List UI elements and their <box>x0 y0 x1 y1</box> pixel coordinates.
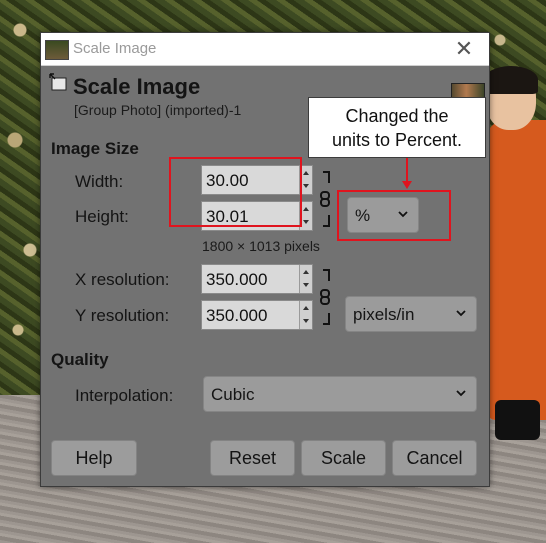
annotation-arrowhead-icon <box>402 181 412 189</box>
pixel-dimensions: 1800 × 1013 pixels <box>202 238 320 254</box>
spin-down-icon[interactable] <box>303 283 309 287</box>
interpolation-value: Cubic <box>211 385 255 404</box>
scale-button[interactable]: Scale <box>301 440 386 476</box>
annotation-callout: Changed the units to Percent. <box>308 97 486 158</box>
x-resolution-label: X resolution: <box>75 270 170 289</box>
size-chain-link-icon[interactable] <box>319 171 333 227</box>
x-resolution-value: 350.000 <box>206 270 268 289</box>
y-resolution-spinner[interactable] <box>299 301 312 329</box>
units-highlight <box>337 190 451 241</box>
close-icon[interactable]: ✕ <box>449 35 479 63</box>
resolution-chain-link-icon[interactable] <box>319 269 333 325</box>
app-thumbnail-icon <box>45 40 69 60</box>
spin-up-icon[interactable] <box>303 270 309 274</box>
chevron-down-icon <box>456 310 466 317</box>
spin-up-icon[interactable] <box>303 171 309 175</box>
dialog-heading: Scale Image <box>73 74 201 99</box>
interpolation-label: Interpolation: <box>75 386 174 405</box>
spin-down-icon[interactable] <box>303 184 309 188</box>
chain-link-icon <box>320 289 330 305</box>
y-resolution-field[interactable]: 350.000 <box>201 300 313 330</box>
person-in-orange <box>486 120 546 420</box>
width-label: Width: <box>75 172 124 191</box>
image-name: [Group Photo] (imported)-1 <box>74 102 242 118</box>
person-boots <box>495 400 540 440</box>
window-title: Scale Image <box>73 40 157 57</box>
annotation-line-1: Changed the <box>345 106 449 126</box>
spin-up-icon[interactable] <box>303 306 309 310</box>
y-resolution-label: Y resolution: <box>75 306 170 325</box>
quality-heading: Quality <box>51 350 109 369</box>
y-resolution-value: 350.000 <box>206 306 268 325</box>
annotation-line-2: units to Percent. <box>331 130 463 150</box>
reset-button[interactable]: Reset <box>210 440 295 476</box>
help-button[interactable]: Help <box>51 440 137 476</box>
resolution-units-dropdown[interactable]: pixels/in <box>345 296 477 332</box>
annotation-arrow <box>406 158 408 182</box>
person-hair <box>484 66 538 94</box>
spin-down-icon[interactable] <box>303 220 309 224</box>
cancel-button[interactable]: Cancel <box>392 440 477 476</box>
interpolation-dropdown[interactable]: Cubic <box>203 376 477 412</box>
chevron-down-icon <box>456 390 466 397</box>
title-bar[interactable]: Scale Image ✕ <box>41 33 489 66</box>
height-label: Height: <box>75 207 129 226</box>
chain-link-icon <box>320 191 330 207</box>
x-resolution-spinner[interactable] <box>299 265 312 293</box>
scale-image-icon <box>49 73 67 91</box>
size-fields-highlight <box>169 157 302 227</box>
x-resolution-field[interactable]: 350.000 <box>201 264 313 294</box>
spin-up-icon[interactable] <box>303 207 309 211</box>
spin-down-icon[interactable] <box>303 319 309 323</box>
image-size-heading: Image Size <box>51 139 139 158</box>
resolution-units-value: pixels/in <box>353 305 415 324</box>
